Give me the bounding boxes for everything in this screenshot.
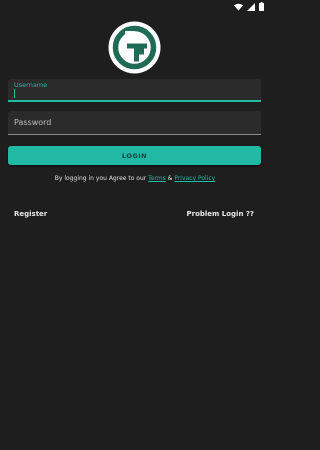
signal-icon xyxy=(247,2,255,11)
terms-notice: By logging in you Agree to our Terms & P… xyxy=(0,175,270,182)
gt-logo-icon xyxy=(108,21,161,74)
terms-link[interactable]: Terms xyxy=(148,175,166,182)
password-input[interactable] xyxy=(14,111,254,134)
password-field[interactable] xyxy=(8,111,261,135)
terms-prefix: By logging in you Agree to our xyxy=(54,175,149,182)
problem-login-link[interactable]: Problem Login ?? xyxy=(186,210,254,218)
app-logo xyxy=(108,21,161,74)
text-cursor xyxy=(14,89,15,98)
status-icons xyxy=(234,2,264,11)
username-field[interactable]: Username xyxy=(8,79,261,102)
battery-icon xyxy=(259,2,264,11)
register-link[interactable]: Register xyxy=(14,210,47,218)
login-screen: Username LOGIN By logging in you Agree t… xyxy=(0,0,270,450)
login-button[interactable]: LOGIN xyxy=(8,146,261,165)
wifi-icon xyxy=(234,3,243,11)
status-bar xyxy=(0,0,270,14)
privacy-policy-link[interactable]: Privacy Policy xyxy=(174,175,215,182)
username-label: Username xyxy=(14,81,48,89)
